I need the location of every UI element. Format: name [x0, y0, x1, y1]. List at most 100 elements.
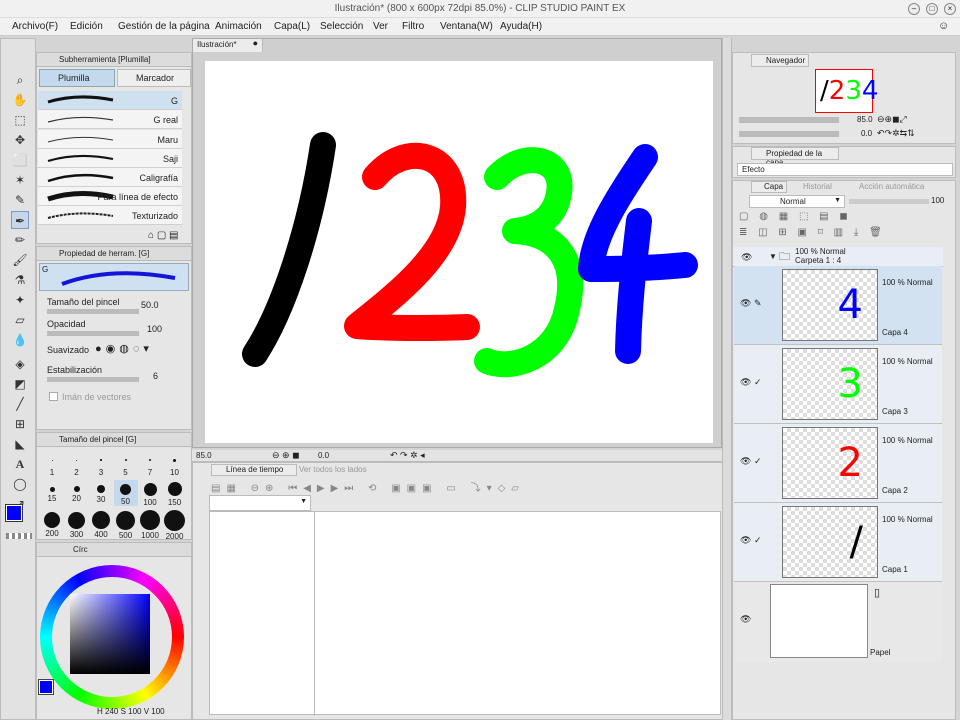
zoom-controls[interactable]: ⊖ ⊕ ◼ — [272, 450, 300, 461]
brush-size-1000[interactable]: 1000 — [138, 510, 162, 540]
canvas[interactable] — [205, 61, 713, 443]
color-main-swatch[interactable] — [38, 679, 54, 695]
blend-mode-select[interactable]: Normal ▼ — [749, 195, 845, 208]
brush-caligrafia[interactable]: Caligrafía — [38, 168, 182, 187]
balloon-icon[interactable]: ◯ — [11, 475, 29, 493]
tab-historial[interactable]: Historial — [803, 182, 832, 191]
layer-check-icon[interactable]: ✓ — [754, 535, 762, 546]
blend-icon[interactable]: 💧 — [11, 331, 29, 349]
brush-g-real[interactable]: G real — [38, 110, 182, 129]
layer-toolbar-2[interactable]: ≣ ◫ ⊞ ▣ ⌑ ▥ ⤓ 🗑 — [739, 227, 949, 241]
menu-filtro[interactable]: Filtro — [402, 21, 424, 32]
move-layer-icon[interactable]: ✥ — [11, 131, 29, 149]
nav-zoom-value[interactable]: 85.0 — [857, 115, 873, 124]
brush-size-7[interactable]: 7 — [138, 450, 162, 477]
main-color-swatch[interactable] — [5, 504, 23, 522]
brush-size-5[interactable]: 5 — [114, 450, 138, 477]
hand-tool-icon[interactable]: ✋ — [11, 91, 29, 109]
selection-tool-icon[interactable]: ⬜ — [11, 151, 29, 169]
zoom-value[interactable]: 85.0 — [196, 451, 212, 460]
layer-opacity-slider[interactable] — [849, 199, 929, 204]
layer-eye-icon[interactable]: 👁 — [740, 456, 751, 467]
text-tool-icon[interactable]: A — [11, 455, 29, 473]
minimize-button[interactable]: – — [908, 3, 920, 15]
auto-select-icon[interactable]: ✶ — [11, 171, 29, 189]
user-icon[interactable]: ☺ — [938, 20, 949, 32]
opacity-slider[interactable] — [47, 331, 139, 336]
timeline-toolbar[interactable]: ▤▦ ⊖⊕ ⏮◀▶▶⏭ ⟲ ▣▣▣ ▭ ⤵▾◇▱ — [211, 479, 721, 495]
close-button[interactable]: × — [944, 3, 956, 15]
brush-g[interactable]: G — [38, 91, 182, 110]
opacity-value[interactable]: 100 — [147, 324, 162, 334]
operation-tool-icon[interactable]: ⬚ — [11, 111, 29, 129]
frame-icon[interactable]: ⊞ — [11, 415, 29, 433]
nav-rotate-slider[interactable] — [739, 131, 839, 137]
layer-row[interactable]: 👁 ✎ 4 100 % Normal Capa 4 — [734, 266, 942, 345]
navigator-preview[interactable]: /234 — [815, 69, 878, 113]
paper-layer[interactable]: 👁 ▯ Papel — [734, 582, 942, 662]
brush-size-400[interactable]: 400 — [89, 510, 113, 539]
stab-slider[interactable] — [47, 377, 139, 382]
size-value[interactable]: 50.0 — [141, 300, 159, 310]
tab-timeline[interactable]: Línea de tiempo — [211, 464, 297, 476]
brush-size-15[interactable]: 15 — [40, 480, 64, 503]
brush-size-500[interactable]: 500 — [114, 510, 138, 540]
layer-row[interactable]: 👁 ✓ 2 100 % Normal Capa 2 — [734, 424, 942, 503]
brush-size-150[interactable]: 150 — [163, 480, 187, 507]
brush-tool-icon[interactable]: 🖌 — [11, 251, 29, 269]
layer-toolbar-1[interactable]: ▢ ◍ ▦ ⬚ ▤ ◼ — [739, 211, 949, 225]
nav-rotation-value[interactable]: 0.0 — [861, 129, 872, 138]
timeline-track-area[interactable] — [209, 511, 721, 716]
fill-icon[interactable]: ◈ — [11, 355, 29, 373]
tab-capa[interactable]: Capa — [751, 181, 787, 193]
brush-size-3[interactable]: 3 — [89, 450, 113, 477]
gradient-icon[interactable]: ◩ — [11, 375, 29, 393]
airbrush-icon[interactable]: ⚗ — [11, 271, 29, 289]
brush-size-1[interactable]: 1 — [40, 450, 64, 477]
brush-size-30[interactable]: 30 — [89, 480, 113, 504]
tab-navegador[interactable]: Navegador — [751, 54, 809, 67]
layer-pen-icon[interactable]: ✎ — [754, 298, 762, 309]
brush-size-2000[interactable]: 2000 — [163, 509, 187, 541]
menu-ventana[interactable]: Ventana(W) — [440, 21, 493, 32]
layer-check-icon[interactable]: ✓ — [754, 456, 762, 467]
menu-gestion-pagina[interactable]: Gestión de la página — [118, 21, 210, 32]
close-doc-icon[interactable]: ● — [253, 38, 258, 48]
brush-size-10[interactable]: 10 — [163, 450, 187, 477]
brush-maru[interactable]: Maru — [38, 130, 182, 149]
rotation-value[interactable]: 0.0 — [318, 451, 329, 460]
maximize-button[interactable]: □ — [926, 3, 938, 15]
brush-size-2[interactable]: 2 — [65, 450, 89, 477]
eyedropper-icon[interactable]: ✎ — [11, 191, 29, 209]
layer-eye-icon[interactable]: 👁 — [740, 377, 751, 388]
eraser-icon[interactable]: ▱ — [11, 311, 29, 329]
folder-toggle-icon[interactable]: ▼ — [769, 252, 777, 261]
layer-eye-icon[interactable]: 👁 — [740, 535, 751, 546]
menu-ayuda[interactable]: Ayuda(H) — [500, 21, 542, 32]
menu-seleccion[interactable]: Selección — [320, 21, 363, 32]
smooth-options[interactable]: ●◉◍◌▾ — [95, 342, 181, 358]
size-slider[interactable] — [47, 309, 139, 314]
transparent-swatch[interactable] — [6, 533, 32, 539]
tab-ver-todos[interactable]: Ver todos los lados — [299, 465, 367, 474]
timeline-select[interactable]: ▼ — [209, 495, 311, 511]
brush-texturizado[interactable]: Texturizado — [38, 206, 182, 225]
layer-eye-icon[interactable]: 👁 — [740, 298, 751, 309]
pencil-tool-icon[interactable]: ✏ — [11, 231, 29, 249]
menu-animacion[interactable]: Animación — [215, 21, 262, 32]
right-splitter[interactable] — [722, 38, 732, 720]
folder-row[interactable]: 👁 ▼ 🗀 100 % Normal Carpeta 1 : 4 — [733, 247, 943, 267]
nav-rotate-buttons[interactable]: ↶↷✲⇆⇅ — [877, 128, 915, 139]
layer-check-icon[interactable]: ✓ — [754, 377, 762, 388]
brush-size-300[interactable]: 300 — [65, 510, 89, 539]
zoom-tool-icon[interactable]: ⌕ — [11, 71, 29, 89]
stab-value[interactable]: 6 — [153, 371, 158, 381]
brush-size-100[interactable]: 100 — [138, 480, 162, 507]
nav-zoom-slider[interactable] — [739, 117, 839, 123]
tab-propiedad-capa[interactable]: Propiedad de la capa — [751, 147, 839, 167]
brush-size-20[interactable]: 20 — [65, 480, 89, 503]
subtool-footer-icons[interactable]: ⌂ ▢ ▤ — [148, 230, 179, 241]
effect-field[interactable]: Efecto — [737, 163, 953, 176]
nav-zoom-buttons[interactable]: ⊖⊕◼⤢ — [877, 114, 907, 125]
brush-size-200[interactable]: 200 — [40, 510, 64, 538]
